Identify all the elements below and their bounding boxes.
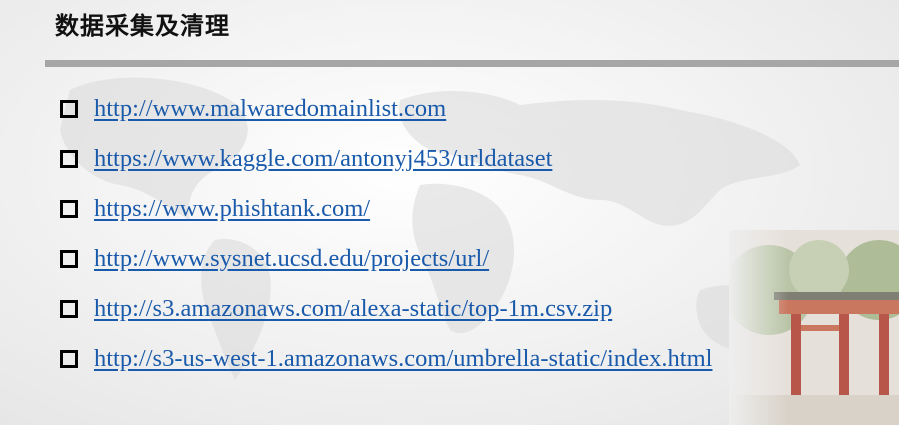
link-umbrella-static[interactable]: http://s3-us-west-1.amazonaws.com/umbrel… [94,345,712,373]
link-list: http://www.malwaredomainlist.com https:/… [60,84,712,384]
list-item: http://www.sysnet.ucsd.edu/projects/url/ [60,234,712,284]
title-divider [45,60,899,67]
link-alexa-top-1m[interactable]: http://s3.amazonaws.com/alexa-static/top… [94,295,612,323]
link-malwaredomainlist[interactable]: http://www.malwaredomainlist.com [94,95,446,123]
list-item: https://www.phishtank.com/ [60,184,712,234]
list-item: http://www.malwaredomainlist.com [60,84,712,134]
list-item: http://s3.amazonaws.com/alexa-static/top… [60,284,712,334]
hollow-square-bullet-icon [60,200,78,218]
list-item: http://s3-us-west-1.amazonaws.com/umbrel… [60,334,712,384]
link-kaggle-urldataset[interactable]: https://www.kaggle.com/antonyj453/urldat… [94,145,552,173]
hollow-square-bullet-icon [60,100,78,118]
link-sysnet-ucsd[interactable]: http://www.sysnet.ucsd.edu/projects/url/ [94,245,489,273]
list-item: https://www.kaggle.com/antonyj453/urldat… [60,134,712,184]
campus-gate-photo [729,230,899,425]
hollow-square-bullet-icon [60,250,78,268]
link-phishtank[interactable]: https://www.phishtank.com/ [94,195,370,223]
hollow-square-bullet-icon [60,150,78,168]
hollow-square-bullet-icon [60,300,78,318]
hollow-square-bullet-icon [60,350,78,368]
slide-title: 数据采集及清理 [55,12,230,40]
